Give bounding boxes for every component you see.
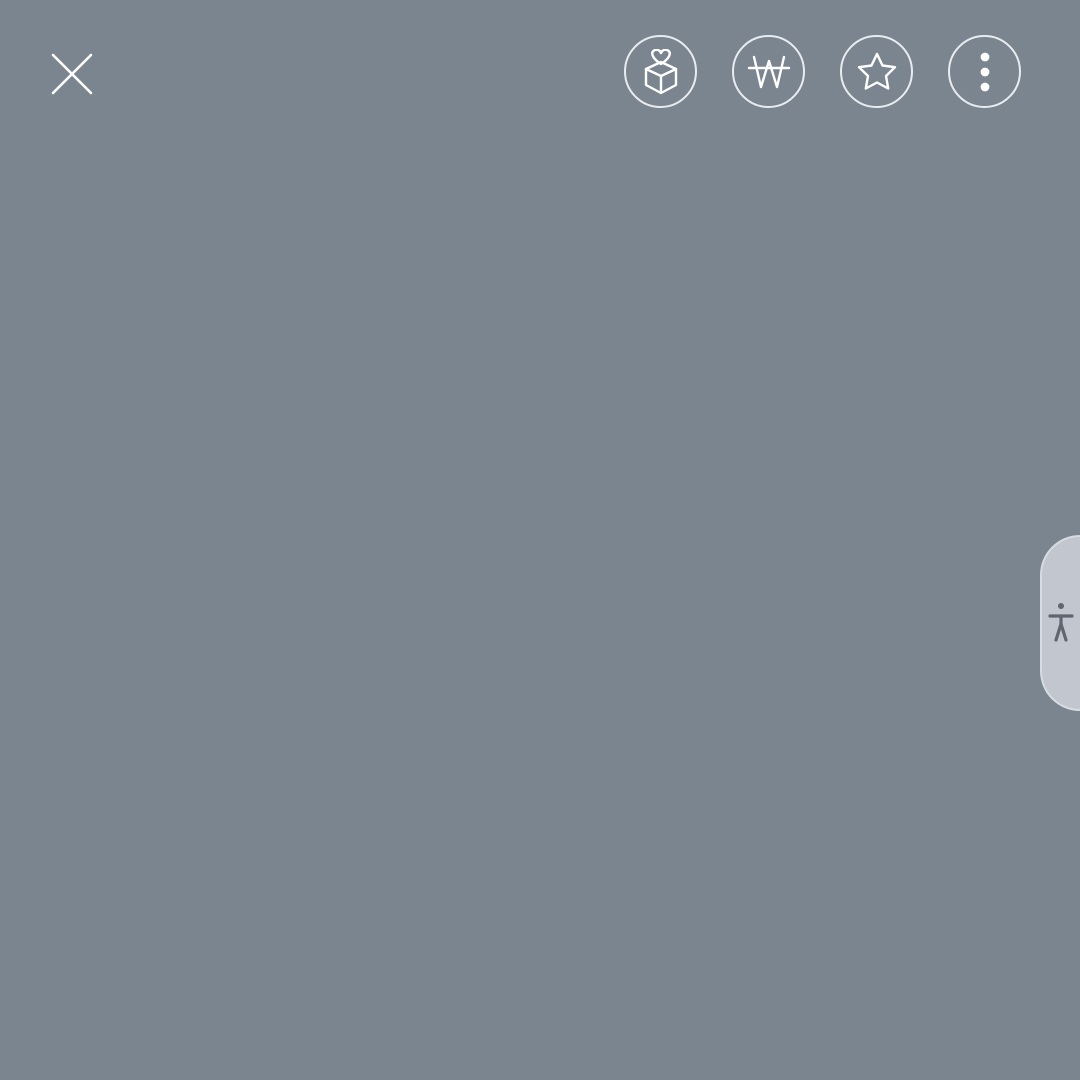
close-icon <box>51 53 93 95</box>
close-button[interactable] <box>42 44 102 104</box>
accessibility-tab[interactable] <box>1040 535 1080 711</box>
accessibility-person-icon <box>1048 602 1074 644</box>
more-vertical-icon <box>980 52 990 92</box>
gift-button[interactable] <box>624 35 697 108</box>
gift-icon <box>641 48 681 95</box>
header-actions <box>624 35 1021 108</box>
more-options-button[interactable] <box>948 35 1021 108</box>
currency-button[interactable] <box>732 35 805 108</box>
star-icon <box>856 52 898 92</box>
won-currency-icon <box>747 54 791 90</box>
favorite-button[interactable] <box>840 35 913 108</box>
app-screen <box>0 0 1080 1080</box>
